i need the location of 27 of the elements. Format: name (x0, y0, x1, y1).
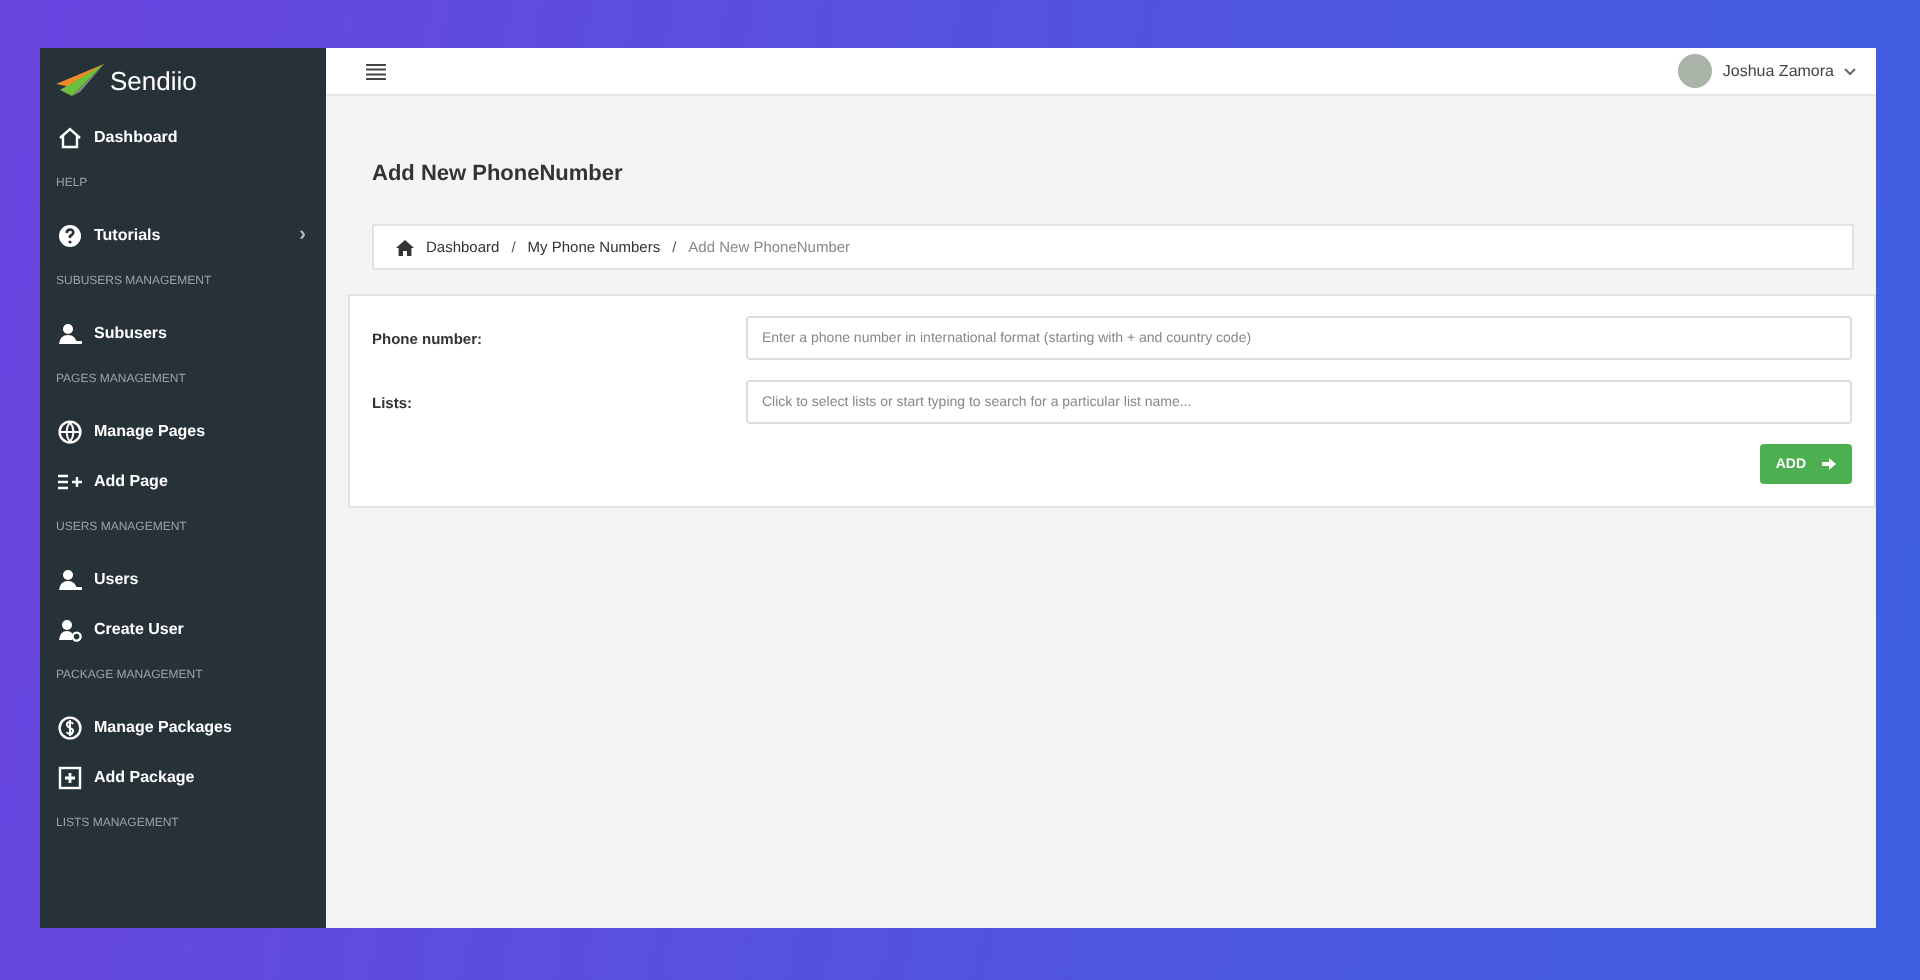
globe-icon (58, 419, 82, 443)
dollar-icon (58, 715, 82, 739)
page-title: Add New PhoneNumber (372, 162, 625, 186)
paper-plane-icon (56, 64, 104, 96)
listplus-icon (58, 469, 82, 493)
plusbox-icon (58, 765, 82, 789)
sidebar-item[interactable]: Users (40, 554, 326, 604)
usergear-icon (58, 617, 82, 641)
chevron-icon: › (299, 224, 306, 246)
caret-icon[interactable] (1844, 67, 1856, 75)
user-icon (58, 321, 82, 345)
arrow-right-icon (1822, 458, 1836, 470)
sidebar-item[interactable]: Create User (40, 604, 326, 654)
user-icon (58, 567, 82, 591)
user-name[interactable]: Joshua Zamora (1722, 62, 1834, 80)
menu-icon[interactable] (366, 63, 386, 79)
sidebar-item[interactable]: Add Page (40, 456, 326, 506)
logo-text: Sendiio (110, 65, 197, 95)
home-icon[interactable] (396, 239, 414, 255)
sidebar-item[interactable]: Subusers (40, 308, 326, 358)
sidebar-item[interactable]: Tutorials › (40, 210, 326, 260)
home-icon (58, 125, 82, 149)
sidebar-item[interactable]: Add Package (40, 752, 326, 802)
question-icon (58, 223, 82, 247)
sidebar-item[interactable]: Manage Pages (40, 406, 326, 456)
sidebar-item[interactable]: Dashboard (40, 112, 326, 162)
sidebar-item[interactable]: Manage Packages (40, 702, 326, 752)
